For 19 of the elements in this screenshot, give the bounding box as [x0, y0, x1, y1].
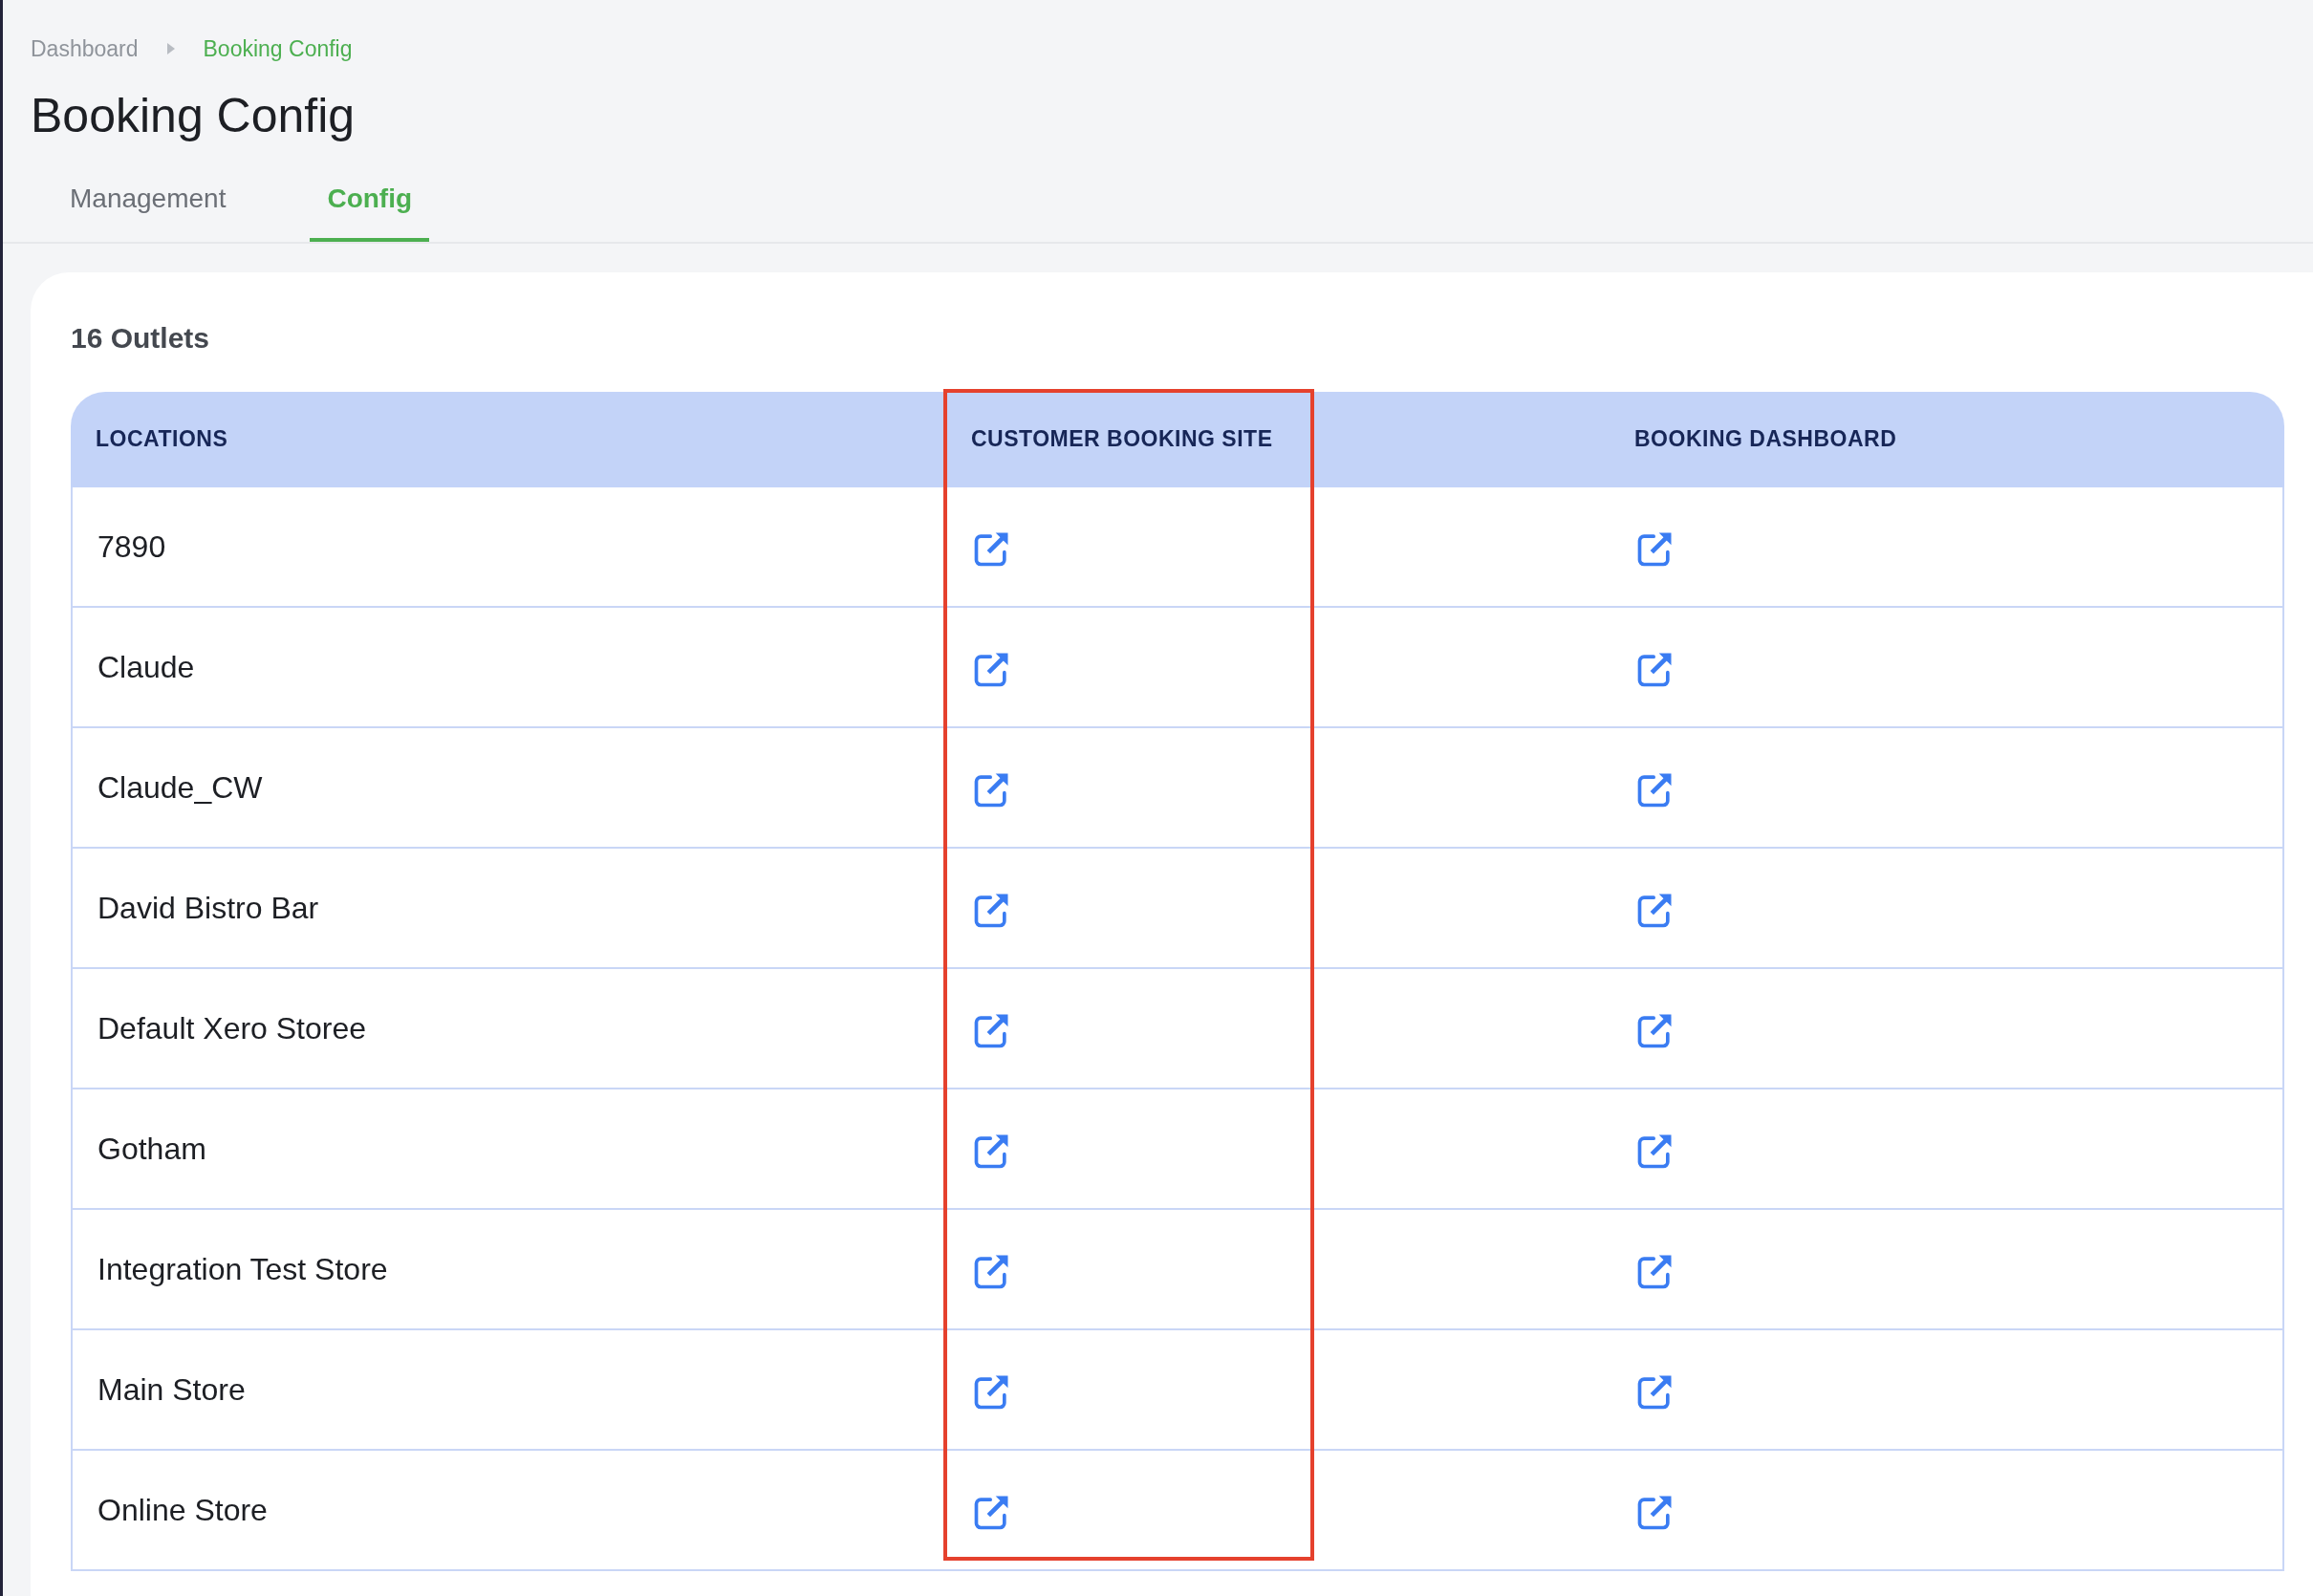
table-cell: Integration Test Store: [71, 1209, 946, 1330]
page-title: Booking Config: [31, 87, 357, 144]
table-cell: Main Store: [71, 1329, 946, 1451]
tab[interactable]: Config: [310, 164, 430, 242]
table-cell: Claude: [71, 607, 946, 728]
column-header: LOCATIONS: [71, 391, 946, 487]
outlets-count: 16 Outlets: [71, 320, 211, 356]
column-header: CUSTOMER BOOKING SITE: [946, 391, 1610, 487]
breadcrumb-link[interactable]: Dashboard: [31, 32, 139, 66]
table-cell: 7890: [71, 486, 946, 608]
table-cell: Gotham: [71, 1089, 946, 1210]
column-header: BOOKING DASHBOARD: [1610, 391, 2284, 487]
table-cell: Default Xero Storee: [71, 968, 946, 1089]
table-cell: David Bistro Bar: [71, 848, 946, 969]
breadcrumb-link[interactable]: Booking Config: [203, 32, 353, 66]
table-cell: Online Store: [71, 1450, 946, 1571]
chevron-icon: [166, 43, 175, 55]
tab[interactable]: Management: [53, 164, 244, 242]
table-cell: Claude_CW: [71, 727, 946, 849]
